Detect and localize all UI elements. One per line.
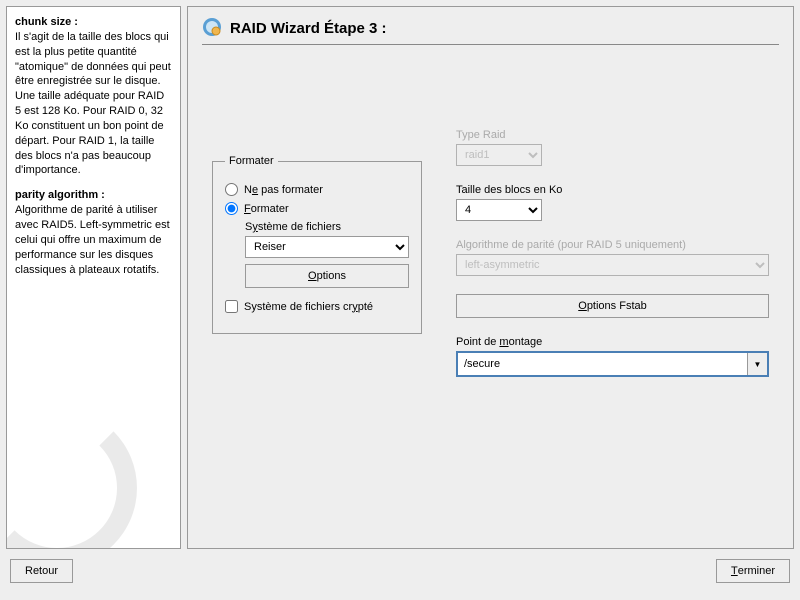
mount-point-combobox[interactable]: ▼ <box>456 351 769 377</box>
chevron-down-icon[interactable]: ▼ <box>747 353 767 375</box>
help-sidebar: chunk size : Il s'agit de la taille des b… <box>6 6 181 549</box>
no-format-radio[interactable]: Ne pas formater <box>225 183 409 196</box>
bottom-bar: Retour Terminer <box>0 555 800 587</box>
decorative-swirl <box>6 408 137 549</box>
parity-algo-select: left-asymmetric <box>456 254 769 276</box>
parity-text: Algorithme de parité à utiliser avec RAI… <box>15 204 170 275</box>
raid-type-select: raid1 <box>456 144 542 166</box>
format-group: Formater Ne pas formater Formater Systèm… <box>212 155 422 334</box>
format-legend: Formater <box>225 155 278 167</box>
page-title: RAID Wizard Étape 3 : <box>230 20 387 37</box>
options-button[interactable]: Options <box>245 264 409 288</box>
raid-type-label: Type Raid <box>456 129 769 141</box>
fstab-options-button[interactable]: Options Fstab <box>456 294 769 318</box>
chunk-heading: chunk size : <box>15 16 78 28</box>
parity-heading: parity algorithm : <box>15 189 105 201</box>
chunk-text: Il s'agit de la taille des blocs qui est… <box>15 31 171 177</box>
parity-algo-label: Algorithme de parité (pour RAID 5 unique… <box>456 239 769 251</box>
finish-button[interactable]: Terminer <box>716 559 790 583</box>
block-size-label: Taille des blocs en Ko <box>456 184 769 196</box>
mount-point-input[interactable] <box>458 353 747 375</box>
wizard-icon <box>202 17 222 40</box>
main-panel: RAID Wizard Étape 3 : Formater Ne pas fo… <box>187 6 794 549</box>
filesystem-label: Système de fichiers <box>245 221 409 233</box>
block-size-select[interactable]: 4 <box>456 199 542 221</box>
format-radio[interactable]: Formater <box>225 202 409 215</box>
filesystem-select[interactable]: Reiser <box>245 236 409 258</box>
back-button[interactable]: Retour <box>10 559 73 583</box>
title-divider <box>202 44 779 45</box>
encrypted-checkbox[interactable]: Système de fichiers crypté <box>225 300 409 313</box>
mount-point-label: Point de montage <box>456 336 769 348</box>
